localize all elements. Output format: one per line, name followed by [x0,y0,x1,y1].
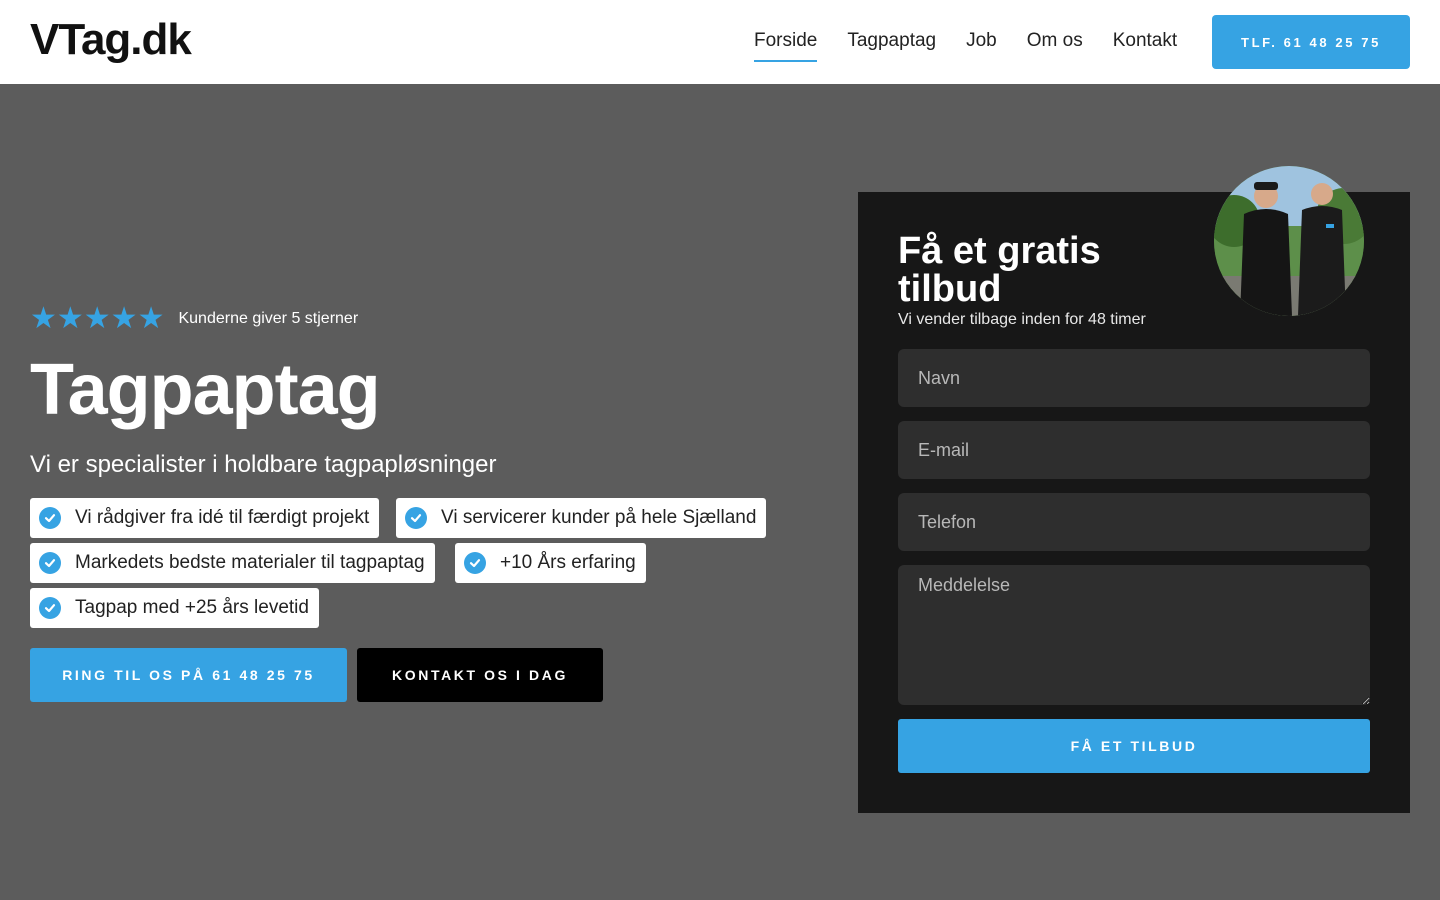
site-logo[interactable]: VTag.dk [30,18,192,62]
team-photo-avatar [1214,166,1364,316]
check-circle-icon [39,552,61,574]
nav-item-tagpaptag[interactable]: Tagpaptag [847,30,936,62]
feature-label: Vi rådgiver fra idé til færdigt projekt [75,507,370,528]
contact-button[interactable]: KONTAKT OS I DAG [357,648,603,702]
feature-item: Tagpap med +25 års levetid [30,588,319,628]
feature-item: Vi rådgiver fra idé til færdigt projekt [30,498,380,538]
star-rating-icons: ★★★★★ [30,302,165,335]
feature-label: Tagpap med +25 års levetid [75,597,309,618]
feature-item: Vi servicerer kunder på hele Sjælland [396,498,767,538]
check-circle-icon [39,597,61,619]
check-circle-icon [39,507,61,529]
feature-item: Markedets bedste materialer til tagpapta… [30,543,435,583]
nav-item-kontakt[interactable]: Kontakt [1113,30,1177,62]
submit-button[interactable]: FÅ ET TILBUD [898,719,1370,773]
site-header: VTag.dk Forside Tagpaptag Job Om os Kont… [0,0,1440,84]
nav-item-forside[interactable]: Forside [754,30,818,62]
message-field[interactable] [898,565,1370,705]
check-circle-icon [405,507,427,529]
feature-label: +10 Års erfaring [500,552,636,573]
page-title: Tagpaptag [30,350,381,430]
form-title: Få et gratis tilbud [898,230,1101,310]
quote-form-card: Få et gratis tilbud Vi vender tilbage in… [858,166,1410,813]
header-phone-button[interactable]: TLF. 61 48 25 75 [1212,15,1410,69]
phone-field[interactable] [898,493,1370,551]
rating: ★★★★★ Kunderne giver 5 stjerner [30,304,358,334]
feature-item: +10 Års erfaring [455,543,646,583]
main-nav: Forside Tagpaptag Job Om os Kontakt [754,30,1177,62]
form-subtitle: Vi vender tilbage inden for 48 timer [898,311,1146,328]
feature-label: Markedets bedste materialer til tagpapta… [75,552,425,573]
feature-label: Vi servicerer kunder på hele Sjælland [441,507,757,528]
call-button[interactable]: RING TIL OS PÅ 61 48 25 75 [30,648,347,702]
name-field[interactable] [898,349,1370,407]
page-subtitle: Vi er specialister i holdbare tagpapløsn… [30,451,497,478]
nav-item-job[interactable]: Job [966,30,997,62]
check-circle-icon [464,552,486,574]
nav-item-om-os[interactable]: Om os [1027,30,1083,62]
rating-text: Kunderne giver 5 stjerner [178,310,359,327]
email-field[interactable] [898,421,1370,479]
